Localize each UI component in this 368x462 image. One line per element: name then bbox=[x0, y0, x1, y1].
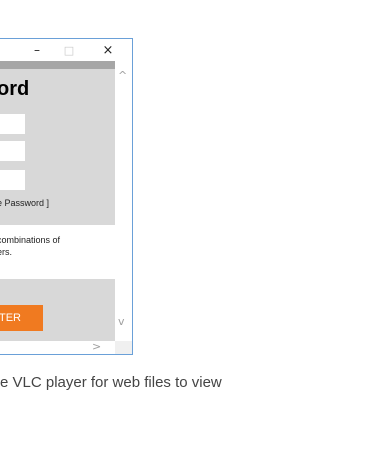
scrollbar-corner bbox=[115, 341, 132, 354]
caption-text: e VLC player for web files to view bbox=[0, 374, 222, 391]
password-form: ord e Password ] combinations of ers. TE… bbox=[0, 69, 115, 341]
close-button[interactable]: × bbox=[93, 39, 123, 61]
confirm-password-field[interactable] bbox=[0, 170, 25, 190]
scroll-right-icon[interactable]: > bbox=[92, 340, 101, 353]
maximize-button[interactable]: □ bbox=[54, 39, 84, 61]
new-password-field[interactable] bbox=[0, 141, 25, 161]
header-strip bbox=[0, 61, 115, 69]
vertical-scrollbar[interactable]: ^ v bbox=[115, 61, 132, 341]
app-window: – □ × ord e Password ] combinations of e… bbox=[0, 38, 133, 355]
hint-line: ers. bbox=[0, 247, 13, 257]
current-password-field[interactable] bbox=[0, 114, 25, 134]
scroll-up-icon[interactable]: ^ bbox=[118, 69, 127, 82]
scroll-down-icon[interactable]: v bbox=[118, 315, 125, 328]
horizontal-scrollbar[interactable]: > bbox=[0, 340, 115, 354]
password-hint: combinations of ers. bbox=[0, 225, 115, 279]
page-title: ord bbox=[0, 78, 30, 100]
minimize-button[interactable]: – bbox=[22, 39, 52, 61]
enter-button[interactable]: TER bbox=[0, 305, 43, 331]
show-password-link[interactable]: e Password ] bbox=[0, 198, 49, 208]
hint-line: combinations of bbox=[0, 235, 61, 245]
title-bar: – □ × bbox=[0, 39, 132, 61]
